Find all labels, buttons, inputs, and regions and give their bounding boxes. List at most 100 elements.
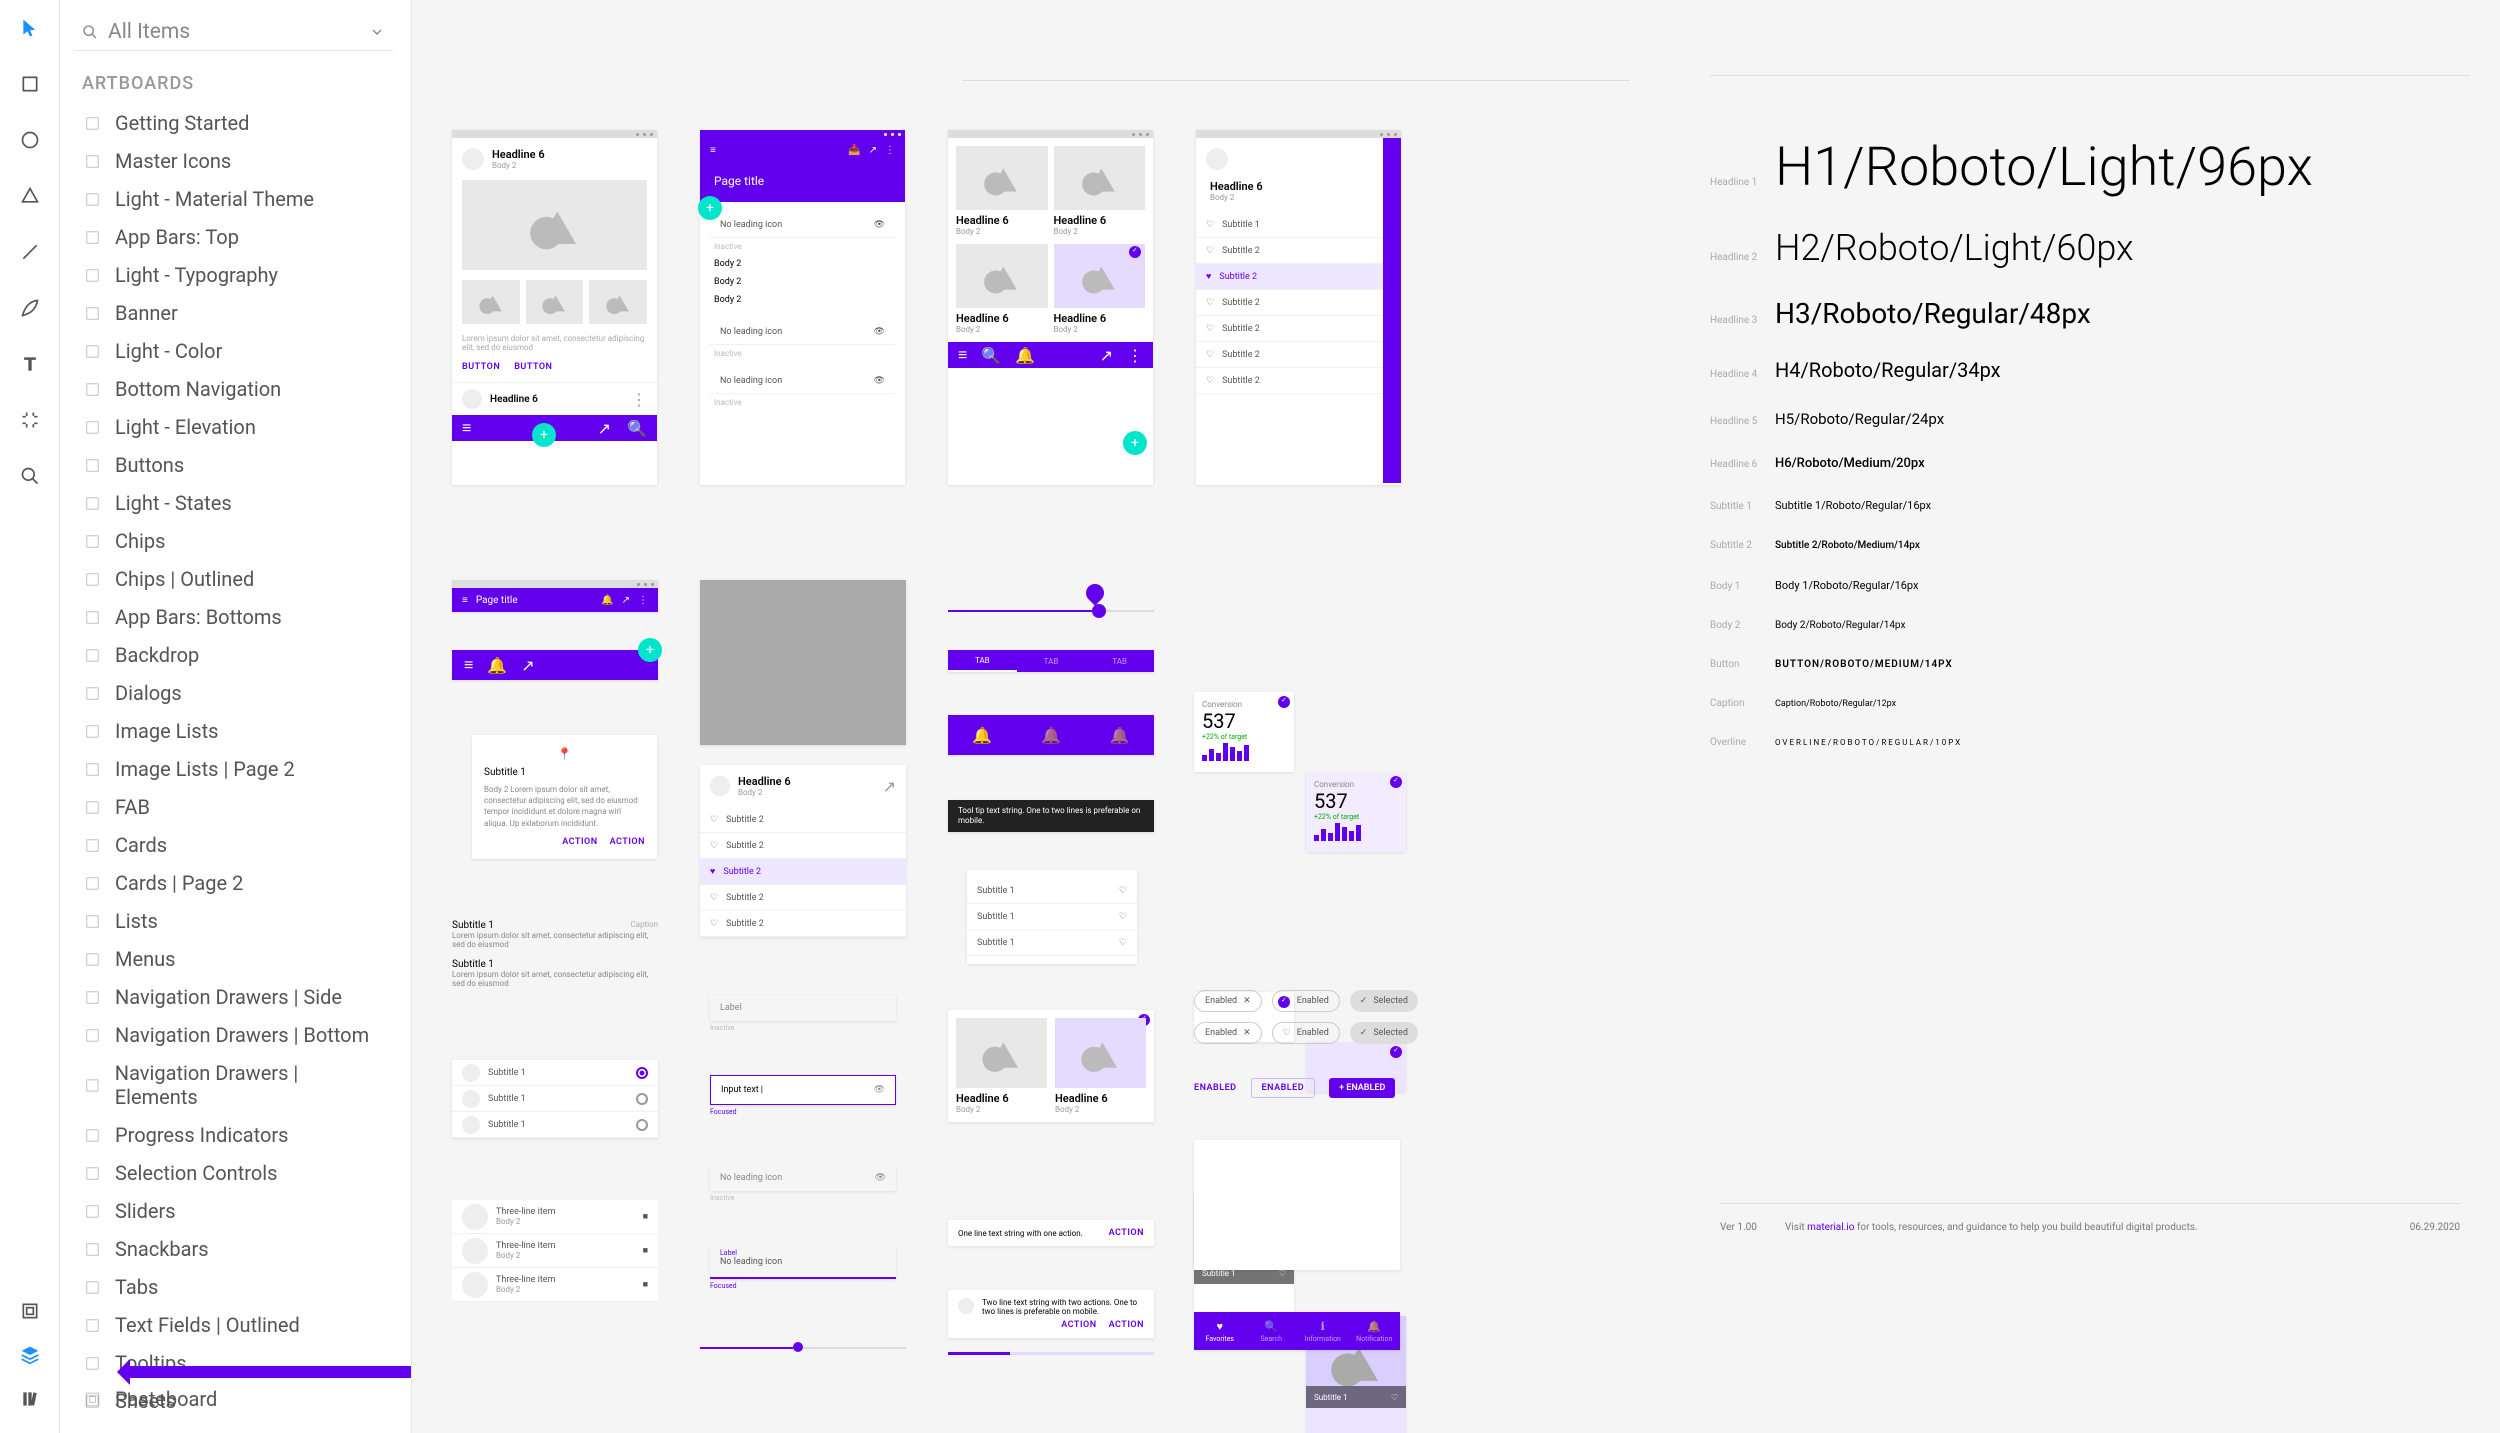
artboard-item[interactable]: Image Lists [74,712,393,750]
artboard-item[interactable]: Tabs [74,1268,393,1306]
bottom-nav-item[interactable]: ℹInformation [1297,1312,1349,1350]
tab[interactable]: TAB [1017,650,1086,672]
nav-item[interactable]: Subtitle 2 [1222,350,1260,360]
select-tool[interactable] [20,18,40,42]
list-item[interactable]: Subtitle 1 [977,938,1015,948]
artboard-cards[interactable]: Headline 6Body 2 Lorem ipsum dolor sit a… [452,130,657,485]
snackbar-2[interactable]: Two line text string with two actions. O… [948,1290,1154,1338]
textfield-filled[interactable]: Label [710,995,896,1021]
nav-item-selected[interactable]: Subtitle 2 [1219,272,1257,282]
bottom-nav-labeled[interactable]: ♥Favorites🔍SearchℹInformation🔔Notificati… [1194,1312,1400,1350]
pasteboard-item[interactable]: Pasteboard [84,1387,217,1411]
menu-item[interactable]: Subtitle 2 [726,919,764,929]
tab[interactable]: TAB [1085,650,1154,672]
search-row[interactable]: All Items [74,14,393,51]
typography-sheet[interactable]: Headline 1H1/Roboto/Light/96pxHeadline 2… [1680,0,2500,1433]
contained-button[interactable]: + ENABLED [1329,1078,1395,1098]
blank-sheet[interactable] [1194,1140,1400,1270]
list-item[interactable]: No leading icon [720,376,782,386]
nav-item[interactable]: Subtitle 1 [1222,220,1260,230]
tab[interactable]: TAB [948,650,1017,672]
material-link[interactable]: material.io [1807,1222,1854,1233]
artboard-dialog[interactable]: 📍 Subtitle 1 Body 2 Lorem ipsum dolor si… [472,735,657,859]
snackbar-1[interactable]: One line text string with one action.ACT… [948,1220,1154,1246]
chip[interactable]: ♡ Enabled [1272,990,1340,1012]
artboard-typography-samples[interactable]: Subtitle 1Caption Lorem ipsum dolor sit … [452,920,658,988]
list-item[interactable]: Subtitle 1 [977,912,1015,922]
artboard-item[interactable]: Light - Color [74,332,393,370]
menu-item[interactable]: Subtitle 2 [726,815,764,825]
artboard-item[interactable]: Snackbars [74,1230,393,1268]
dialog-action[interactable]: ACTION [610,837,645,847]
assets-panel-icon[interactable] [20,1301,40,1325]
artboard-item[interactable]: Backdrop [74,636,393,674]
snackbar-action[interactable]: ACTION [1109,1228,1144,1238]
nav-item[interactable]: Subtitle 2 [1222,376,1260,386]
layers-panel-icon[interactable] [20,1345,40,1369]
artboard-item[interactable]: Navigation Drawers | Bottom [74,1016,393,1054]
artboard-item[interactable]: Cards [74,826,393,864]
textfield-filled-focused[interactable]: Label No leading icon [710,1245,896,1279]
artboard-item[interactable]: Chips [74,522,393,560]
artboard-item[interactable]: Selection Controls [74,1154,393,1192]
bottom-nav-item[interactable]: ♥Favorites [1194,1312,1246,1350]
outlined-button[interactable]: ENABLED [1251,1078,1316,1098]
artboard-item[interactable]: App Bars: Bottoms [74,598,393,636]
textfield-outlined[interactable]: Input text|👁 [710,1075,896,1105]
artboard-item[interactable]: Chips | Outlined [74,560,393,598]
artboard-three-line[interactable]: Three-line itemBody 2■ Three-line itemBo… [452,1200,658,1302]
bottomnav-specimen[interactable]: 🔔 🔔 🔔 [948,715,1154,755]
radio-item[interactable]: Subtitle 1 [488,1120,526,1130]
artboard-item[interactable]: Banner [74,294,393,332]
radio-item[interactable]: Subtitle 1 [488,1094,526,1104]
artboard-menu[interactable]: Headline 6Body 2 ↗ ♡Subtitle 2 ♡Subtitle… [700,765,906,937]
bottom-nav-item[interactable]: 🔍Search [1246,1312,1298,1350]
nav-item[interactable]: Subtitle 2 [1222,298,1260,308]
chip[interactable]: Enabled✕ [1194,990,1262,1012]
menu-item[interactable]: Subtitle 2 [726,893,764,903]
artboard-radio-list[interactable]: Subtitle 1 Subtitle 1 Subtitle 1 [452,1060,658,1138]
menu-item[interactable]: Subtitle 2 [726,841,764,851]
zoom-tool[interactable] [20,466,40,490]
dialog-action[interactable]: ACTION [562,837,597,847]
artboard-item[interactable]: Bottom Navigation [74,370,393,408]
artboard-appbar-bottom[interactable]: ≡🔔↗ + [452,650,658,680]
artboard-item[interactable]: Progress Indicators [74,1116,393,1154]
artboard-item[interactable]: Lists [74,902,393,940]
artboard-item[interactable]: FAB [74,788,393,826]
artboard-item[interactable]: Buttons [74,446,393,484]
text-tool[interactable] [20,354,40,378]
artboard-item[interactable]: Master Icons [74,142,393,180]
pen-tool[interactable] [20,298,40,322]
bottom-nav-item[interactable]: 🔔Notification [1349,1312,1401,1350]
design-canvas[interactable]: Headline 6Body 2 Lorem ipsum dolor sit a… [412,0,1680,1433]
artboard-item[interactable]: Sliders [74,1192,393,1230]
action[interactable]: ACTION [1109,1320,1144,1330]
radio-item[interactable]: Subtitle 1 [488,1068,526,1078]
libraries-icon[interactable] [20,1389,40,1413]
artboard-item[interactable]: Getting Started [74,104,393,142]
tabbar-specimen[interactable]: TABTABTAB [948,650,1154,672]
ellipse-tool[interactable] [20,130,40,154]
artboard-item[interactable]: Light - Material Theme [74,180,393,218]
chip-selected[interactable]: ✓ Selected [1350,990,1418,1012]
artboard-item[interactable]: Navigation Drawers | Elements [74,1054,393,1116]
artboard-item[interactable]: Light - Typography [74,256,393,294]
artboard-list[interactable]: ≡📥↗⋮ Page title + No leading icon👁 Inact… [700,130,905,485]
stat-card-2[interactable]: Conversion 537 +22% of target [1306,772,1406,852]
artboard-item[interactable]: Light - States [74,484,393,522]
artboard-item[interactable]: Navigation Drawers | Side [74,978,393,1016]
textfield-filled-2[interactable]: No leading icon👁 [710,1165,896,1191]
list-item[interactable]: Subtitle 1 [977,886,1015,896]
list-item[interactable]: No leading icon [720,220,782,230]
rectangle-tool[interactable] [20,74,40,98]
text-button[interactable]: BUTTON [514,362,552,372]
artboard-backdrop[interactable] [700,580,906,745]
artboard-item[interactable]: Image Lists | Page 2 [74,750,393,788]
chip[interactable]: Enabled✕ [1194,1022,1262,1044]
artboard-item[interactable]: Dialogs [74,674,393,712]
menu-item-selected[interactable]: Subtitle 2 [723,867,761,877]
nav-item[interactable]: Subtitle 2 [1222,246,1260,256]
action[interactable]: ACTION [1061,1320,1096,1330]
artboard-item[interactable]: Text Fields | Outlined [74,1306,393,1344]
